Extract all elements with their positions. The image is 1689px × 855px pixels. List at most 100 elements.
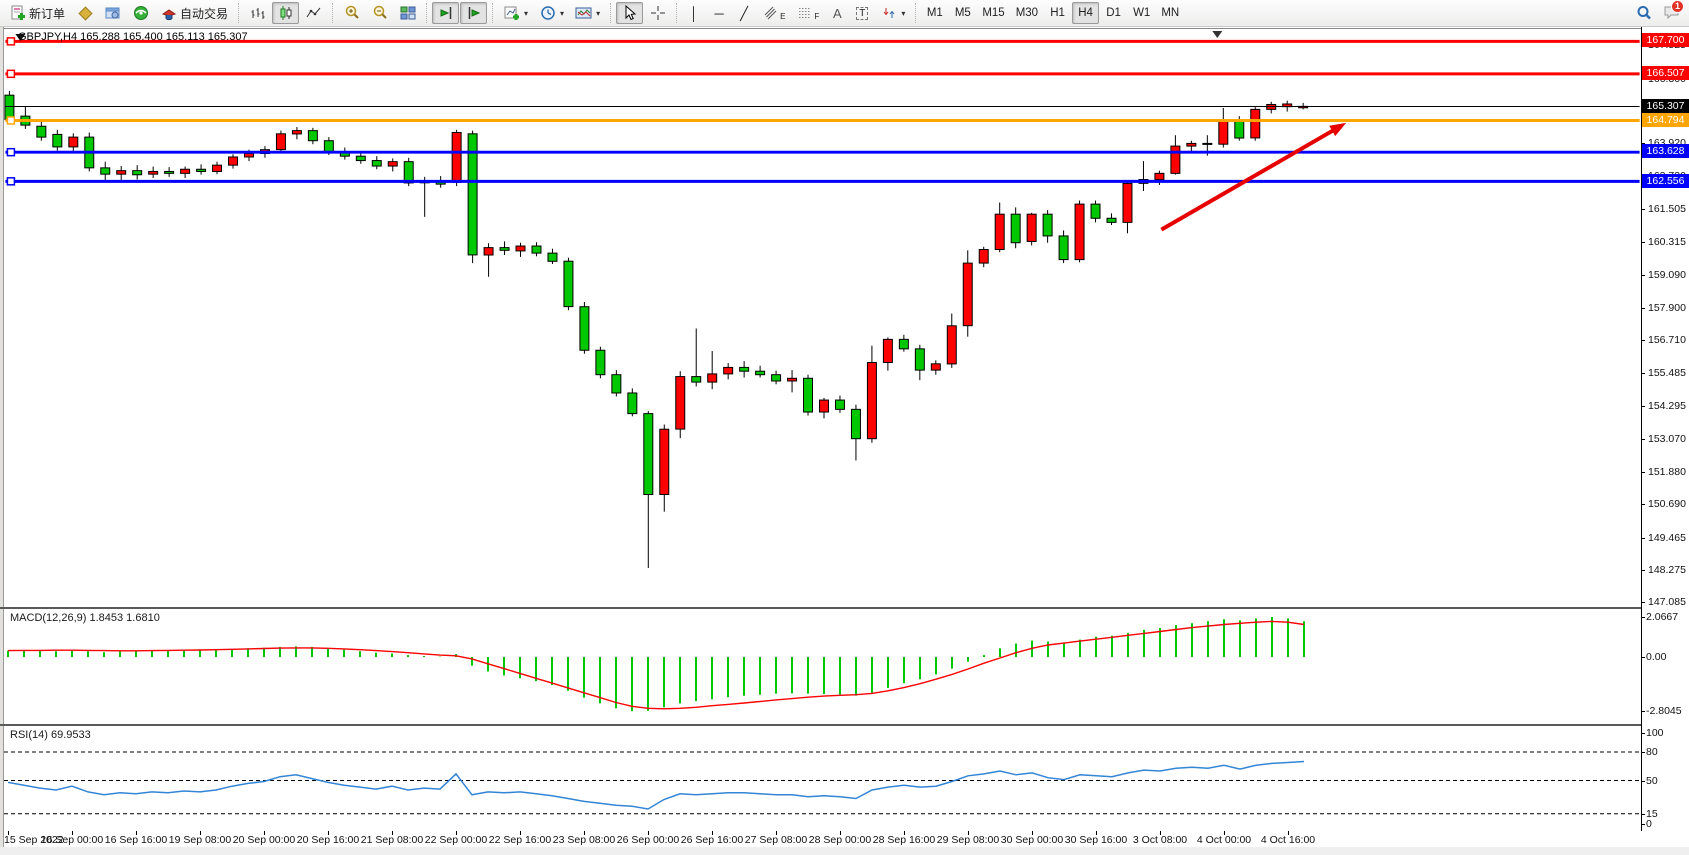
price-axis-label: 159.090 [1648, 269, 1686, 281]
macd-axis-label: -2.8045 [1646, 705, 1682, 717]
notifications-button[interactable]: 1 [1658, 2, 1685, 24]
tab-timeframe-h4[interactable]: H4 [1072, 2, 1099, 24]
price-axis-label: 153.070 [1648, 433, 1686, 445]
horizontal-line-icon: ─ [714, 7, 723, 20]
toolbar-separator [676, 3, 677, 23]
rsi-axis-label: 80 [1646, 746, 1658, 758]
price-axis-tick [1641, 242, 1645, 243]
tile-windows-icon [399, 5, 416, 21]
new-order-icon [9, 5, 26, 21]
macd-pane-canvas[interactable] [4, 610, 1641, 724]
price-axis-tick [1641, 406, 1645, 407]
tile-windows-button[interactable] [394, 2, 421, 24]
templates-button[interactable]: ▾ [570, 2, 605, 24]
tab-timeframe-h1[interactable]: H1 [1044, 2, 1071, 24]
vertical-line-tool-button[interactable]: │ [682, 2, 706, 24]
pane-separator[interactable] [0, 724, 1642, 726]
chart-symbol-title: GBPJPY,H4 165.288 165.400 165.113 165.30… [18, 31, 248, 43]
cursor-tool-button[interactable] [616, 2, 643, 24]
zoom-out-button[interactable] [366, 2, 393, 24]
rsi-axis-tick [1641, 781, 1645, 782]
tab-timeframe-m5[interactable]: M5 [949, 2, 976, 24]
periods-button[interactable]: ▾ [534, 2, 569, 24]
add-indicator-button[interactable]: ▾ [498, 2, 533, 24]
tab-timeframe-m30[interactable]: M30 [1011, 2, 1043, 24]
rsi-axis-tick [1641, 733, 1645, 734]
text-label-tool-button[interactable]: T [850, 2, 874, 24]
tab-timeframe-w1[interactable]: W1 [1128, 2, 1155, 24]
dropdown-caret-icon[interactable]: ▾ [901, 9, 905, 18]
tab-timeframe-d1[interactable]: D1 [1100, 2, 1127, 24]
zoom-in-icon [343, 5, 360, 21]
time-axis-label: 27 Sep 08:00 [745, 834, 807, 846]
price-axis-label: 155.485 [1648, 367, 1686, 379]
price-axis-tick [1641, 308, 1645, 309]
time-axis-label: 20 Sep 16:00 [297, 834, 359, 846]
time-axis-label: 28 Sep 00:00 [809, 834, 871, 846]
rsi-axis-label: 0 [1646, 818, 1652, 830]
fibonacci-tool-button[interactable]: F [791, 2, 824, 24]
new-order-button[interactable]: 新订单 [4, 2, 70, 24]
zoom-in-button[interactable] [338, 2, 365, 24]
channel-tool-button[interactable]: E [757, 2, 790, 24]
autotrading-button[interactable]: 自动交易 [155, 2, 233, 24]
crosshair-icon [649, 5, 666, 21]
price-axis-tick [1641, 504, 1645, 505]
toolbar-separator [610, 3, 611, 23]
tab-timeframe-m1[interactable]: M1 [921, 2, 948, 24]
trendline-tool-button[interactable]: ╱ [732, 2, 756, 24]
line-chart-type-button[interactable] [300, 2, 327, 24]
zoom-out-icon [371, 5, 388, 21]
rsi-axis-label: 50 [1646, 775, 1658, 787]
tab-timeframe-m15[interactable]: M15 [977, 2, 1009, 24]
candlestick-chart-type-button[interactable] [272, 2, 299, 24]
text-tool-button[interactable]: A [825, 2, 849, 24]
toolbox-icon [76, 5, 93, 21]
price-axis-label: 161.505 [1648, 203, 1686, 215]
tab-timeframe-mn[interactable]: MN [1156, 2, 1184, 24]
toolbar: 新订单 自动交易 [0, 0, 1689, 27]
chart-shift-icon [465, 5, 482, 21]
price-badge: 165.307 [1642, 99, 1689, 113]
macd-axis-label: 0.00 [1646, 651, 1666, 663]
candlestick-chart-icon [277, 5, 294, 21]
time-axis-label: 29 Sep 08:00 [937, 834, 999, 846]
price-axis-label: 157.900 [1648, 302, 1686, 314]
time-axis-label: 20 Sep 00:00 [233, 834, 295, 846]
channel-e-label: E [780, 12, 785, 21]
search-button[interactable] [1630, 2, 1657, 24]
dropdown-caret-icon[interactable]: ▾ [596, 9, 600, 18]
chart-shift-button[interactable] [460, 2, 487, 24]
bar-chart-type-button[interactable] [244, 2, 271, 24]
dropdown-caret-icon[interactable]: ▾ [524, 9, 528, 18]
arrows-tool-button[interactable]: ▾ [875, 2, 910, 24]
auto-scroll-button[interactable] [432, 2, 459, 24]
price-axis-tick [1641, 602, 1645, 603]
dropdown-caret-icon[interactable]: ▾ [560, 9, 564, 18]
toolbar-separator [915, 3, 916, 23]
macd-indicator-label: MACD(12,26,9) 1.8453 1.6810 [10, 612, 160, 624]
price-axis-label: 156.710 [1648, 334, 1686, 346]
crosshair-tool-button[interactable] [644, 2, 671, 24]
rsi-pane-canvas[interactable] [4, 727, 1641, 831]
macd-axis-tick [1641, 617, 1645, 618]
time-axis[interactable]: 15 Sep 202216 Sep 00:0016 Sep 16:0019 Se… [0, 832, 1689, 847]
text-label-icon: T [856, 7, 868, 20]
time-axis-label: 28 Sep 16:00 [873, 834, 935, 846]
navigator-button[interactable] [99, 2, 126, 24]
main-chart-canvas[interactable] [4, 28, 1641, 607]
price-axis-tick [1641, 538, 1645, 539]
macd-axis-tick [1641, 711, 1645, 712]
price-axis-tick [1641, 275, 1645, 276]
pane-separator[interactable] [0, 607, 1642, 609]
price-axis-label: 149.465 [1648, 532, 1686, 544]
time-axis-label: 4 Oct 00:00 [1197, 834, 1251, 846]
price-axis-tick [1641, 209, 1645, 210]
data-window-button[interactable] [127, 2, 154, 24]
horizontal-line-tool-button[interactable]: ─ [707, 2, 731, 24]
price-badge: 164.794 [1642, 113, 1689, 127]
toolbox-button[interactable] [71, 2, 98, 24]
new-order-label: 新订单 [29, 5, 65, 22]
price-axis-label: 150.690 [1648, 498, 1686, 510]
price-axis-tick [1641, 373, 1645, 374]
